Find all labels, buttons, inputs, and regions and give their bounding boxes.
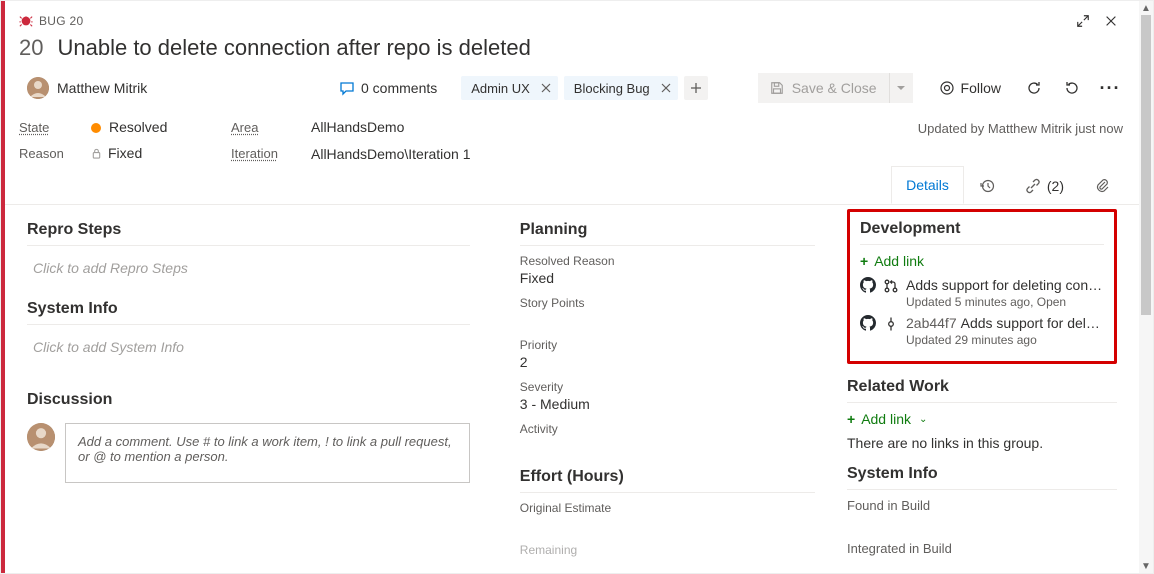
history-icon xyxy=(979,178,995,194)
dev-link-item[interactable]: 2ab44f7Adds support for deleting ... Upd… xyxy=(860,315,1104,347)
remaining-label: Remaining xyxy=(520,543,815,557)
iteration-value[interactable]: AllHandsDemo\Iteration 1 xyxy=(311,146,619,162)
plus-icon: + xyxy=(847,411,855,427)
effort-title: Effort (Hours) xyxy=(520,468,815,493)
vertical-scrollbar[interactable]: ▲ ▼ xyxy=(1139,1,1153,573)
tab-history[interactable] xyxy=(964,166,1010,204)
found-in-build-label: Found in Build xyxy=(847,498,1117,513)
state-dot-icon xyxy=(91,123,101,133)
discussion-title: Discussion xyxy=(27,391,470,415)
activity-value[interactable] xyxy=(520,438,815,454)
system-info-title: System Info xyxy=(27,300,470,325)
severity-value[interactable]: 3 - Medium xyxy=(520,396,815,412)
add-tag-button[interactable] xyxy=(684,76,708,100)
link-icon xyxy=(1025,178,1041,194)
tag-admin-ux[interactable]: Admin UX xyxy=(461,76,558,100)
tab-links[interactable]: (2) xyxy=(1010,166,1079,204)
state-value[interactable]: Resolved xyxy=(91,119,231,135)
resolved-reason-value[interactable]: Fixed xyxy=(520,270,815,286)
area-value[interactable]: AllHandsDemo xyxy=(311,119,619,135)
planning-title: Planning xyxy=(520,221,815,246)
assignee-name: Matthew Mitrik xyxy=(57,80,147,96)
plus-icon: + xyxy=(860,253,868,269)
state-label: State xyxy=(19,120,91,135)
scroll-down-arrow[interactable]: ▼ xyxy=(1139,559,1153,573)
close-button[interactable] xyxy=(1097,9,1125,33)
comment-input[interactable]: Add a comment. Use # to link a work item… xyxy=(65,423,470,483)
refresh-button[interactable] xyxy=(1019,73,1049,103)
revert-button[interactable] xyxy=(1057,73,1087,103)
reason-value[interactable]: Fixed xyxy=(91,145,231,162)
add-dev-link-button[interactable]: + Add link xyxy=(860,253,1104,269)
work-item-id: 20 xyxy=(19,35,43,61)
repro-steps-input[interactable]: Click to add Repro Steps xyxy=(27,254,470,294)
found-in-build-value[interactable] xyxy=(847,515,1117,531)
avatar xyxy=(27,423,55,451)
dev-link-title: 2ab44f7Adds support for deleting ... xyxy=(906,315,1104,331)
bug-type-icon xyxy=(19,14,33,28)
lock-icon xyxy=(91,146,102,162)
system-info-input[interactable]: Click to add System Info xyxy=(27,333,470,373)
original-estimate-value[interactable] xyxy=(520,517,815,533)
work-item-title[interactable]: Unable to delete connection after repo i… xyxy=(57,35,530,61)
save-close-caret[interactable] xyxy=(889,73,913,103)
scroll-up-arrow[interactable]: ▲ xyxy=(1139,1,1153,15)
activity-label: Activity xyxy=(520,422,815,436)
dev-link-item[interactable]: Adds support for deleting connecti... Up… xyxy=(860,277,1104,309)
scroll-thumb[interactable] xyxy=(1141,15,1151,315)
story-points-label: Story Points xyxy=(520,296,815,310)
chevron-down-icon: ⌄ xyxy=(919,414,927,425)
no-links-text: There are no links in this group. xyxy=(847,435,1117,451)
expand-button[interactable] xyxy=(1069,9,1097,33)
github-icon xyxy=(860,315,876,331)
iteration-label: Iteration xyxy=(231,146,311,161)
tag-remove-icon[interactable] xyxy=(658,80,674,96)
resolved-reason-label: Resolved Reason xyxy=(520,254,815,268)
right-sysinfo-title: System Info xyxy=(847,465,1117,490)
tab-details[interactable]: Details xyxy=(891,166,964,204)
development-section-highlight: Development + Add link xyxy=(847,209,1117,364)
save-icon xyxy=(770,81,784,95)
watch-icon xyxy=(939,80,955,96)
severity-label: Severity xyxy=(520,380,815,394)
priority-value[interactable]: 2 xyxy=(520,354,815,370)
tag-blocking-bug[interactable]: Blocking Bug xyxy=(564,76,678,100)
comments-count: 0 comments xyxy=(361,80,437,96)
attachment-icon xyxy=(1094,178,1110,194)
add-related-link-button[interactable]: + Add link ⌄ xyxy=(847,411,1117,427)
reason-label: Reason xyxy=(19,146,91,161)
priority-label: Priority xyxy=(520,338,815,352)
tab-attachments[interactable] xyxy=(1079,166,1125,204)
area-label: Area xyxy=(231,120,311,135)
dev-link-subtitle: Updated 5 minutes ago, Open xyxy=(906,295,1104,309)
follow-button[interactable]: Follow xyxy=(929,73,1011,103)
related-work-title: Related Work xyxy=(847,378,1117,403)
story-points-value[interactable] xyxy=(520,312,815,328)
pull-request-icon xyxy=(884,279,898,293)
github-icon xyxy=(860,277,876,293)
repro-steps-title: Repro Steps xyxy=(27,221,470,246)
updated-by-text: Updated by Matthew Mitrik just now xyxy=(623,119,1125,162)
kebab-icon: ··· xyxy=(1100,78,1121,99)
more-actions-button[interactable]: ··· xyxy=(1095,73,1125,103)
dev-link-subtitle: Updated 29 minutes ago xyxy=(906,333,1104,347)
tag-remove-icon[interactable] xyxy=(538,80,554,96)
save-close-button: Save & Close xyxy=(758,73,913,103)
integrated-in-build-label: Integrated in Build xyxy=(847,541,1117,556)
dev-link-title: Adds support for deleting connecti... xyxy=(906,277,1104,293)
comments-button[interactable]: 0 comments xyxy=(329,76,447,100)
development-title: Development xyxy=(860,220,1104,245)
original-estimate-label: Original Estimate xyxy=(520,501,815,515)
avatar xyxy=(27,77,49,99)
work-item-type-label: BUG 20 xyxy=(39,14,84,28)
assignee-picker[interactable]: Matthew Mitrik xyxy=(19,73,309,103)
commit-icon xyxy=(884,317,898,331)
